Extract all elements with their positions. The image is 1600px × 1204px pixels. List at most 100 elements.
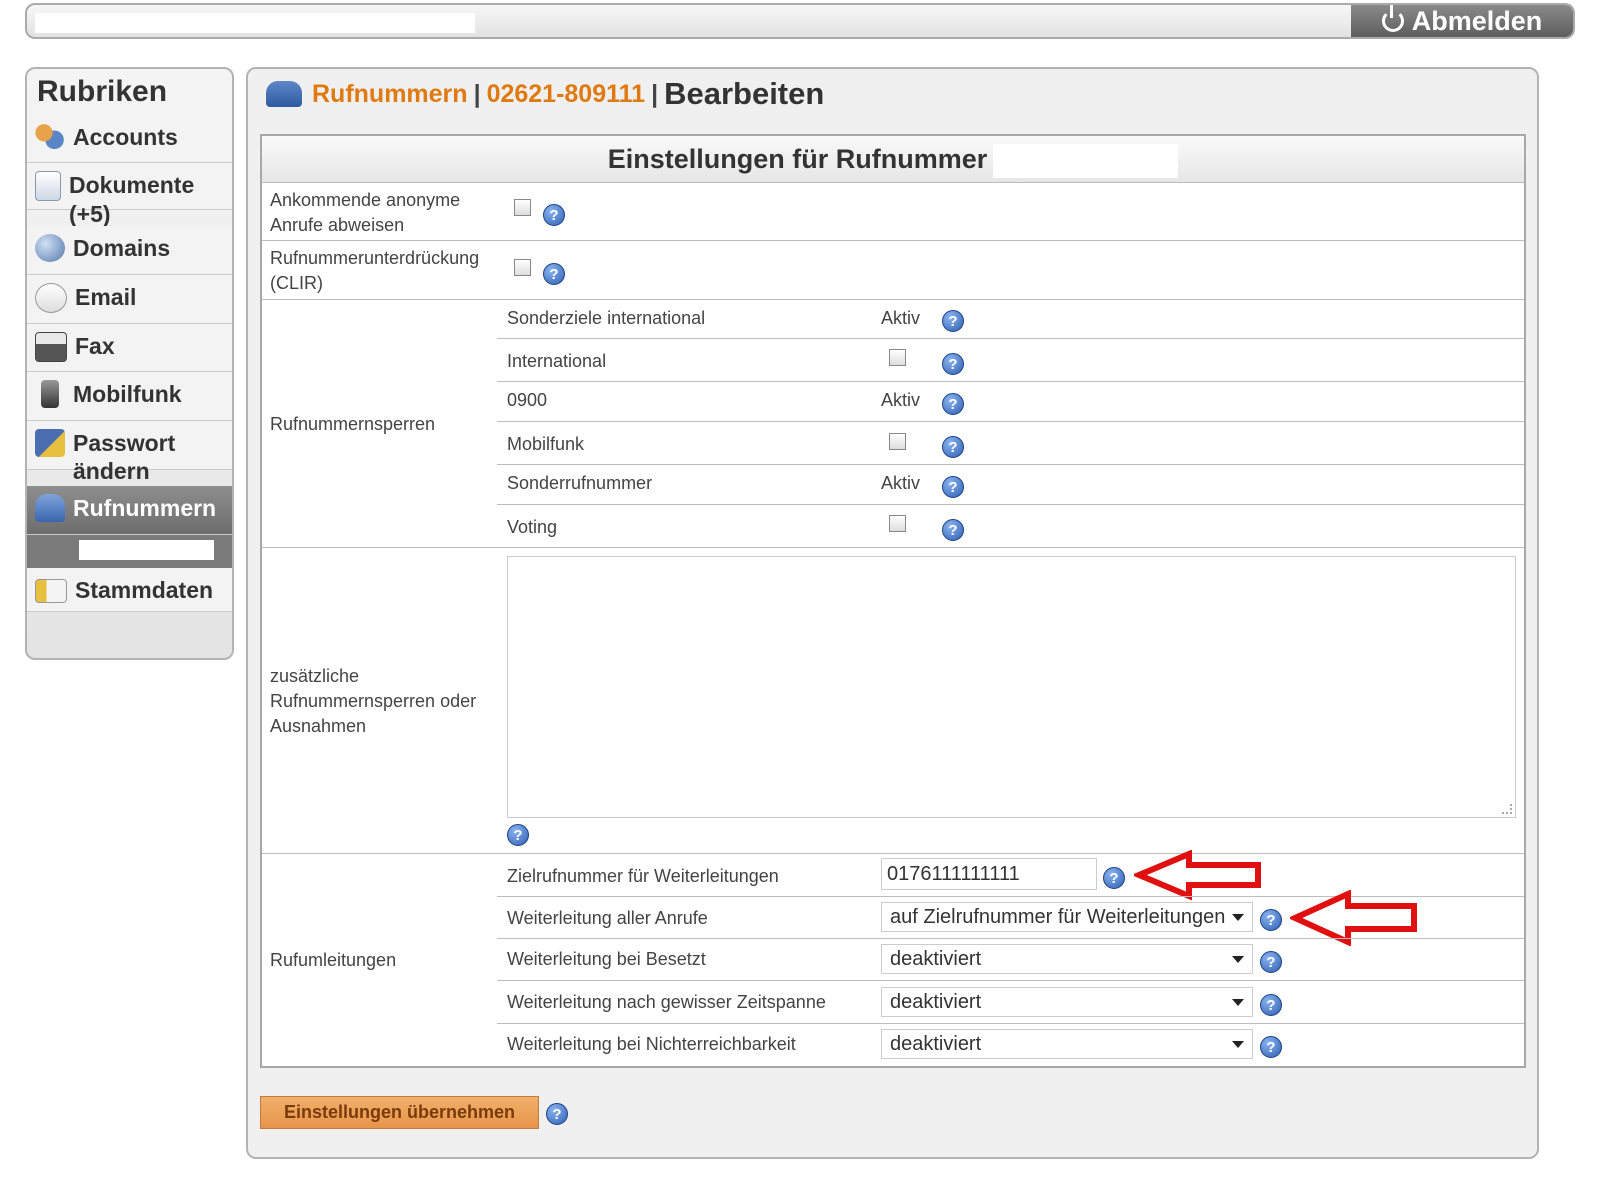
logout-button[interactable]: Abmelden [1351,5,1573,37]
divider [497,464,1524,465]
sidebar-item-mobilfunk[interactable]: Mobilfunk [27,372,232,421]
zeit-select[interactable]: deaktiviert [881,987,1253,1017]
top-bar-blank-field [35,13,475,33]
divider [497,421,1524,422]
divider [497,381,1524,382]
help-icon[interactable]: ? [546,1103,568,1125]
mobilfunk-checkbox[interactable] [889,433,906,450]
sidebar: Rubriken Accounts Dokumente (+5) Domains… [25,67,234,660]
sidebar-item-label: Dokumente (+5) [69,172,195,227]
sperre-label: Mobilfunk [507,434,585,454]
nicht-label: Weiterleitung bei Nichterreichbarkeit [507,1034,796,1054]
chevron-down-icon [1232,914,1244,921]
submit-button[interactable]: Einstellungen übernehmen [260,1096,539,1129]
sidebar-subitem-blank[interactable] [27,535,232,568]
alle-select[interactable]: auf Zielrufnummer für Weiterleitungen [881,902,1253,932]
settings-header-label: Einstellungen für Rufnummer [607,144,988,174]
sidebar-item-email[interactable]: Email [27,275,232,324]
ziel-input[interactable]: 0176111111111 [881,858,1097,890]
help-icon[interactable]: ? [942,519,964,541]
ziel-label: Zielrufnummer für Weiterleitungen [507,866,779,886]
help-icon[interactable]: ? [543,263,565,285]
sidebar-item-accounts[interactable]: Accounts [27,115,232,163]
international-checkbox[interactable] [889,349,906,366]
anon-checkbox[interactable] [514,199,531,216]
sidebar-item-label: Rufnummern [73,495,217,521]
sidebar-item-label: Email [75,284,137,310]
zeit-select-value: deaktiviert [890,991,982,1013]
page-title: Bearbeiten [664,76,825,111]
sperre-state: Aktiv [881,473,921,493]
sperren-label: Rufnummernsperren [270,414,436,434]
fax-icon [35,332,67,362]
sperre-label: Sonderrufnummer [507,473,653,493]
clir-checkbox[interactable] [514,259,531,276]
sperre-state: Aktiv [881,390,921,410]
help-icon[interactable]: ? [1260,951,1282,973]
id-card-icon [35,579,67,603]
extra-sperren-label: zusätzliche Rufnummernsperren oder Ausna… [270,666,477,736]
divider [497,1023,1524,1024]
sidebar-item-stammdaten[interactable]: Stammdaten [27,568,232,612]
email-icon [35,283,67,313]
help-icon[interactable]: ? [507,824,529,846]
help-icon[interactable]: ? [1103,867,1125,889]
help-icon[interactable]: ? [1260,994,1282,1016]
help-icon[interactable]: ? [942,310,964,332]
help-icon[interactable]: ? [942,353,964,375]
breadcrumb: Rufnummern | 02621-809111 | Bearbeiten [266,76,824,112]
mobile-phone-icon [41,380,59,408]
sidebar-item-label: Stammdaten [75,577,214,603]
sidebar-item-passwort[interactable]: Passwort ändern [27,421,232,484]
lock-icon [35,429,65,457]
umleitungen-label: Rufumleitungen [270,950,397,970]
breadcrumb-section-link[interactable]: Rufnummern [312,80,468,109]
sidebar-item-domains[interactable]: Domains [27,226,232,275]
anon-label: Ankommende anonyme Anrufe abweisen [270,190,461,235]
zeit-label: Weiterleitung nach gewisser Zeitspanne [507,992,826,1012]
divider [497,980,1524,981]
chevron-down-icon [1232,999,1244,1006]
help-icon[interactable]: ? [1260,909,1282,931]
divider [262,240,1524,241]
help-icon[interactable]: ? [942,476,964,498]
nicht-select[interactable]: deaktiviert [881,1029,1253,1059]
settings-table: Einstellungen für Rufnummer Ankommende a… [260,134,1526,1068]
main-panel: Rufnummern | 02621-809111 | Bearbeiten E… [246,67,1539,1159]
nicht-select-value: deaktiviert [890,1033,982,1055]
voting-checkbox[interactable] [889,515,906,532]
users-icon [35,123,65,151]
telephone-icon [35,494,65,522]
besetzt-label: Weiterleitung bei Besetzt [507,949,706,969]
logout-label: Abmelden [1411,5,1543,36]
sidebar-title: Rubriken [27,69,232,116]
sidebar-item-label: Passwort ändern [73,430,176,484]
sidebar-item-label: Accounts [73,124,178,150]
extra-sperren-textarea[interactable] [507,556,1516,818]
document-icon [35,171,61,201]
sperre-label: Sonderziele international [507,308,706,328]
help-icon[interactable]: ? [1260,1036,1282,1058]
breadcrumb-separator: | [651,79,659,108]
help-icon[interactable]: ? [543,204,565,226]
besetzt-select-value: deaktiviert [890,948,982,970]
sidebar-item-rufnummern[interactable]: Rufnummern [27,486,232,535]
breadcrumb-number-link[interactable]: 02621-809111 [487,80,646,109]
alle-select-value: auf Zielrufnummer für Weiterleitungen [890,906,1226,928]
chevron-down-icon [1232,1041,1244,1048]
sidebar-item-dokumente[interactable]: Dokumente (+5) [27,163,232,227]
telephone-icon [266,81,302,107]
sidebar-item-fax[interactable]: Fax [27,324,232,372]
divider [497,338,1524,339]
divider [262,299,1524,300]
red-arrow-annotation [1134,850,1261,900]
settings-header: Einstellungen für Rufnummer [262,136,1524,183]
chevron-down-icon [1232,956,1244,963]
help-icon[interactable]: ? [942,436,964,458]
power-icon [1381,5,1404,32]
breadcrumb-separator: | [473,79,481,108]
help-icon[interactable]: ? [942,393,964,415]
sidebar-item-label: Domains [73,235,171,261]
number-blank-field [993,143,1179,178]
besetzt-select[interactable]: deaktiviert [881,944,1253,974]
